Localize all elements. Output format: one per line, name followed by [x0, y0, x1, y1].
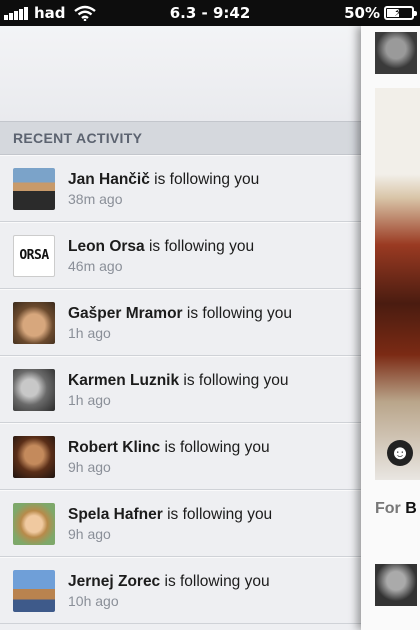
user-name[interactable]: Jan Hančič [68, 171, 150, 188]
activity-time: 1h ago [68, 391, 111, 408]
user-name[interactable]: Robert Klinc [68, 439, 160, 456]
activity-text: Gašper Mramor is following you [68, 304, 292, 322]
avatar[interactable] [13, 301, 55, 344]
activity-row[interactable]: Jernej Zorec is following you 10h ago [0, 557, 361, 624]
activity-text: Jernej Zorec is following you [68, 572, 270, 590]
activity-text: Karmen Luznik is following you [68, 371, 289, 389]
activity-text: Jan Hančič is following you [68, 170, 260, 188]
user-name[interactable]: Spela Hafner [68, 506, 163, 523]
panel-top-area [0, 26, 361, 121]
user-name[interactable]: Gašper Mramor [68, 305, 183, 322]
activity-time: 9h ago [68, 525, 111, 542]
avatar[interactable] [13, 502, 55, 545]
activity-time: 10h ago [68, 592, 119, 609]
activity-text: Robert Klinc is following you [68, 438, 270, 456]
user-name[interactable]: Leon Orsa [68, 238, 145, 255]
charging-icon: ⚡ [394, 6, 402, 19]
feed-photo[interactable] [375, 88, 420, 480]
activity-text: Spela Hafner is following you [68, 505, 273, 523]
avatar[interactable] [13, 368, 55, 411]
activity-row[interactable]: Spela Hafner is following you 9h ago [0, 490, 361, 557]
battery-info: 50% ⚡ [344, 4, 417, 22]
battery-icon: ⚡ [384, 6, 417, 20]
avatar[interactable] [375, 564, 417, 606]
feed-content-panel[interactable]: ☻ For B [361, 26, 420, 630]
smiley-icon[interactable]: ☻ [387, 440, 413, 466]
user-name[interactable]: Jernej Zorec [68, 573, 160, 590]
avatar[interactable] [375, 32, 417, 74]
battery-percent: 50% [344, 4, 380, 22]
orsa-logo: ORSA [19, 248, 49, 263]
activity-row[interactable]: Robert Klinc is following you 9h ago [0, 423, 361, 490]
activity-time: 9h ago [68, 458, 111, 475]
activity-row[interactable]: ORSA Leon Orsa is following you 46m ago [0, 222, 361, 289]
avatar[interactable]: ORSA [13, 234, 55, 277]
avatar[interactable] [13, 435, 55, 478]
user-name[interactable]: Karmen Luznik [68, 372, 179, 389]
avatar[interactable] [13, 167, 55, 210]
activity-time: 1h ago [68, 324, 111, 341]
activity-row[interactable]: Jan Hančič is following you 38m ago [0, 155, 361, 222]
activity-row[interactable]: Karmen Luznik is following you 1h ago [0, 356, 361, 423]
activity-text: Leon Orsa is following you [68, 237, 255, 255]
photo-caption: For B [375, 500, 417, 517]
activity-time: 38m ago [68, 190, 123, 207]
avatar[interactable] [13, 569, 55, 612]
activity-row[interactable]: Gašper Mramor is following you 1h ago [0, 289, 361, 356]
status-bar: had 6.3 - 9:42 50% ⚡ [0, 0, 420, 26]
activity-panel[interactable]: RECENT ACTIVITY Jan Hančič is following … [0, 26, 361, 630]
section-header-recent-activity: RECENT ACTIVITY [0, 121, 361, 155]
activity-time: 46m ago [68, 257, 123, 274]
